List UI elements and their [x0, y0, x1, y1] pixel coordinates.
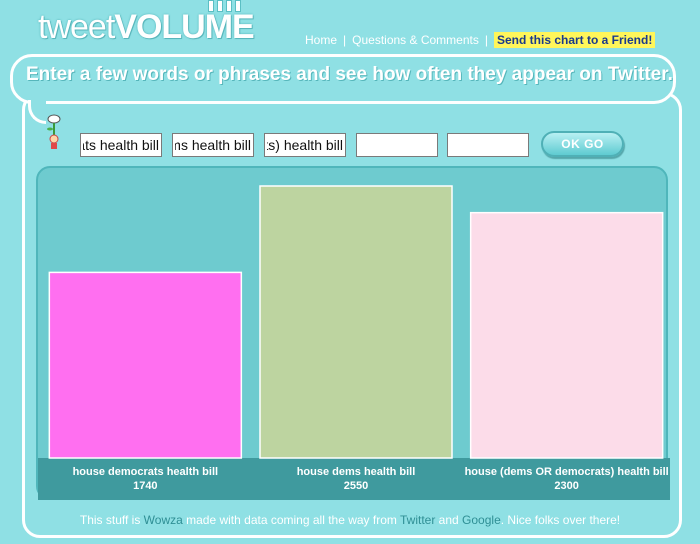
- footer: This stuff is Wowza made with data comin…: [0, 513, 700, 527]
- logo-text: tweetVOLUME: [38, 8, 255, 46]
- category-label: house democrats health bill: [73, 466, 218, 478]
- category-label: house dems health bill: [297, 466, 416, 478]
- value-label: 2550: [344, 480, 368, 492]
- footer-text: . Nice folks over there!: [500, 513, 621, 527]
- wowza-link[interactable]: Wowza: [144, 513, 183, 527]
- flower-mascot-icon: [47, 114, 61, 149]
- footer-text: This stuff is: [79, 513, 144, 527]
- twitter-link[interactable]: Twitter: [400, 513, 435, 527]
- nav-home-link[interactable]: Home: [305, 33, 337, 47]
- bar-1: [48, 271, 243, 459]
- nav-separator: |: [484, 33, 488, 47]
- google-link[interactable]: Google: [462, 513, 501, 527]
- ok-go-button[interactable]: OK GO: [541, 131, 624, 157]
- value-label: 1740: [133, 480, 157, 492]
- bar-3: [469, 211, 664, 459]
- nav-questions-link[interactable]: Questions & Comments: [352, 33, 479, 47]
- bar-2: [259, 185, 453, 459]
- chart-area: house democrats health bill 1740 house dem…: [36, 166, 670, 500]
- search-input-3[interactable]: [264, 133, 346, 157]
- category-label: house (dems OR democrats) health bill: [465, 466, 669, 478]
- footer-text: and: [435, 513, 463, 527]
- search-input-2[interactable]: [172, 133, 254, 157]
- footer-text: made with data coming all the way from: [182, 513, 400, 527]
- nav-separator: |: [343, 33, 347, 47]
- logo[interactable]: tweetVOLUME: [38, 0, 278, 50]
- bar-chart: house democrats health bill 1740 house dem…: [38, 185, 670, 500]
- value-label: 2300: [554, 480, 578, 492]
- send-to-friend-link[interactable]: Send this chart to a Friend!: [493, 32, 656, 48]
- search-input-1[interactable]: [80, 133, 162, 157]
- top-nav: Home | Questions & Comments | Send this …: [305, 32, 656, 48]
- headline: Enter a few words or phrases and see how…: [26, 64, 673, 85]
- label-strip: [38, 458, 670, 500]
- search-input-5[interactable]: [447, 133, 529, 157]
- search-input-4[interactable]: [356, 133, 438, 157]
